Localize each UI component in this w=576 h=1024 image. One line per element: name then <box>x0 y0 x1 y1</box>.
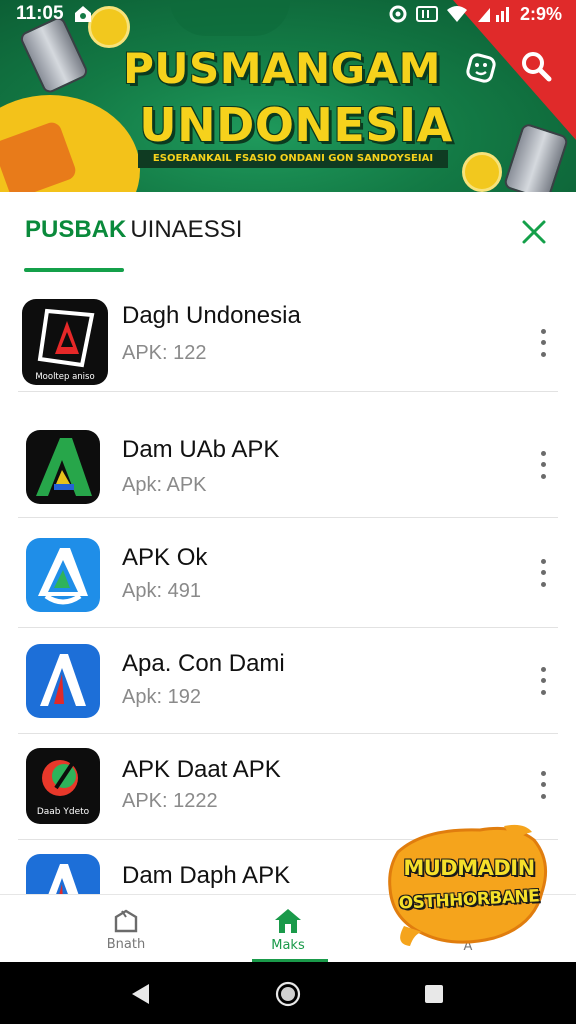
nav-item-home[interactable]: Maks <box>238 895 338 963</box>
blue-red-a-icon <box>26 644 100 718</box>
close-icon <box>522 220 546 244</box>
home-button[interactable] <box>272 978 304 1010</box>
close-button[interactable] <box>516 214 552 250</box>
dot-icon <box>540 581 546 587</box>
black-a-logo-icon: Mooltep aniso <box>22 299 108 385</box>
tab-indicator <box>24 268 124 272</box>
dot-icon <box>540 329 546 335</box>
share-button[interactable] <box>463 50 499 86</box>
app-list[interactable]: Mooltep aniso Dagh Undonesia APK: 122 Da… <box>0 286 576 894</box>
more-options-button[interactable] <box>532 448 554 482</box>
dot-icon <box>540 462 546 468</box>
promo-banner[interactable]: PUSMANGAM UNDONESIA ESOERANKAIL FSASIO O… <box>0 0 576 192</box>
promo-sticker[interactable]: MUDMADIN OSTHHORBANE <box>384 822 554 950</box>
app-name: APK Daat APK <box>122 756 281 783</box>
app-subtitle: APK: 1222 <box>122 790 218 812</box>
app-subtitle: APK: 122 <box>122 342 207 364</box>
list-item[interactable]: Mooltep aniso Dagh Undonesia APK: 122 <box>18 286 558 392</box>
dot-icon <box>540 689 546 695</box>
blue-red-a-icon <box>26 854 100 894</box>
recents-button[interactable] <box>418 978 450 1010</box>
sheet-title-accent: PUSBAK <box>25 216 127 243</box>
recents-square-icon <box>425 985 443 1003</box>
dot-icon <box>540 570 546 576</box>
app-subtitle: Apk: APK <box>122 474 207 496</box>
notification-icon <box>74 6 91 22</box>
more-options-button[interactable] <box>532 556 554 590</box>
status-bar: 11:05 2:9% <box>0 0 576 28</box>
app-subtitle: Apk: 192 <box>122 686 201 708</box>
sheet-title: PUSBAK UINAESSI <box>25 216 242 244</box>
lemon-slice-image <box>462 152 502 192</box>
box-outline-icon <box>114 909 138 932</box>
banner-tagline: ESOERANKAIL FSASIO ONDANI GON SANDOYSEIA… <box>138 150 448 168</box>
search-icon <box>522 52 552 82</box>
promo-line1: MUDMADIN <box>403 856 535 880</box>
app-name: Dam Daph APK <box>122 862 291 889</box>
list-item[interactable]: Apa. Con Dami Apk: 192 <box>18 628 558 734</box>
icon-caption: Daab Ydeto <box>37 807 90 817</box>
nav-label: Bnath <box>106 936 146 952</box>
green-a-logo-icon <box>26 430 100 504</box>
system-navigation-bar <box>0 962 576 1024</box>
dot-icon <box>540 473 546 479</box>
blue-a-outline-icon <box>26 538 100 612</box>
more-options-button[interactable] <box>532 326 554 360</box>
dot-icon <box>540 340 546 346</box>
banner-title-line2: UNDONESIA <box>139 98 453 152</box>
app-name: Dam UAb APK <box>122 436 280 463</box>
app-name: Dagh Undonesia <box>122 302 301 329</box>
dot-icon <box>540 771 546 777</box>
dot-icon <box>540 667 546 673</box>
status-time: 11:05 <box>16 3 64 24</box>
list-item[interactable]: Dam UAb APK Apk: APK <box>18 412 558 518</box>
black-circle-logo-icon: Daab Ydeto <box>26 748 100 824</box>
signal-icon <box>477 7 509 22</box>
back-button[interactable] <box>124 978 156 1010</box>
more-options-button[interactable] <box>532 664 554 698</box>
search-button[interactable] <box>518 48 554 84</box>
app-name: Apa. Con Dami <box>122 650 285 677</box>
dot-icon <box>540 782 546 788</box>
more-options-button[interactable] <box>532 768 554 802</box>
icon-caption: Mooltep aniso <box>35 372 94 382</box>
dot-icon <box>540 559 546 565</box>
share-icon <box>466 53 496 83</box>
sheet-header: PUSBAK UINAESSI <box>0 196 576 276</box>
nav-item-browse[interactable]: Bnath <box>76 895 176 963</box>
back-icon <box>132 984 149 1004</box>
eye-icon <box>389 5 407 23</box>
wifi-icon <box>446 6 467 22</box>
app-name: APK Ok <box>122 544 208 571</box>
app-subtitle: Apk: 491 <box>122 580 201 602</box>
home-circle-icon <box>275 981 301 1007</box>
sheet-title-rest: UINAESSI <box>130 216 243 243</box>
nfc-icon <box>415 6 438 22</box>
dot-icon <box>540 678 546 684</box>
list-item[interactable]: APK Ok Apk: 491 <box>18 522 558 628</box>
dot-icon <box>540 793 546 799</box>
dot-icon <box>540 451 546 457</box>
home-icon <box>275 908 301 933</box>
nav-label: Maks <box>271 937 305 953</box>
dot-icon <box>540 351 546 357</box>
battery-text: 2:9% <box>519 3 562 24</box>
